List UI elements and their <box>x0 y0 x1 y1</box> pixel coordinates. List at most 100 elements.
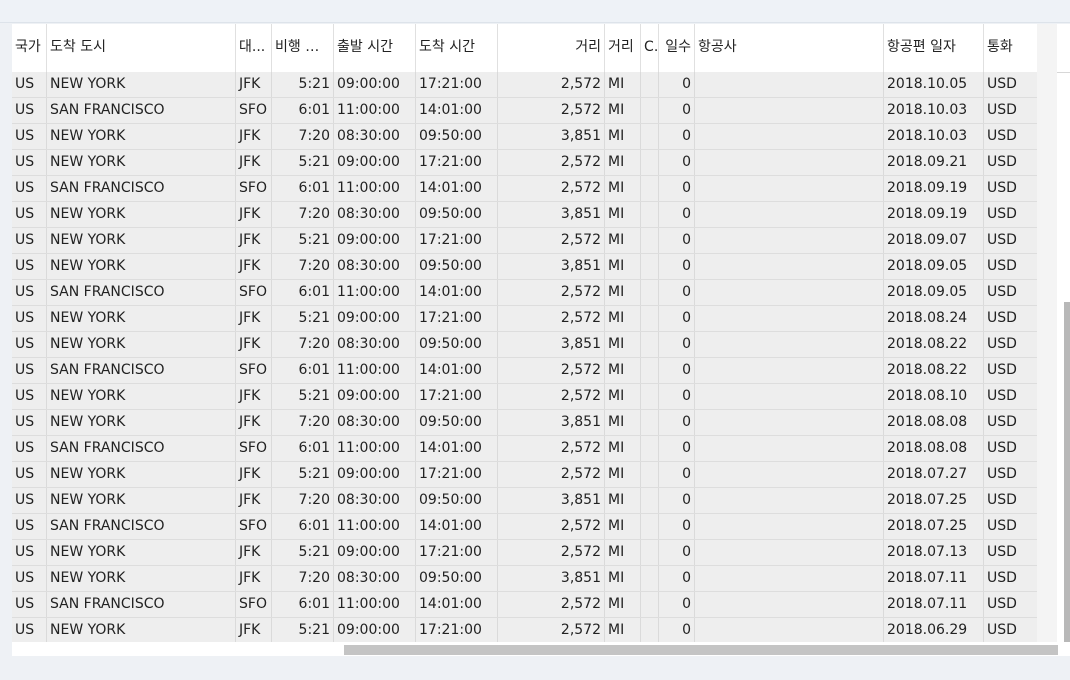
cell-dep-time: 09:00:00 <box>334 462 416 487</box>
cell-ch <box>641 306 659 331</box>
cell-unit: MI <box>605 254 641 279</box>
cell-unit: MI <box>605 566 641 591</box>
cell-unit: MI <box>605 176 641 201</box>
cell-airport: SFO <box>236 514 272 539</box>
cell-airline <box>695 436 884 461</box>
column-header-unit[interactable]: 거리 <box>605 24 641 72</box>
cell-days: 0 <box>659 488 695 513</box>
cell-country: US <box>12 618 47 643</box>
cell-currency: USD <box>984 358 1038 383</box>
flight-table: 국가도착 도시대...비행 시...출발 시간도착 시간거리거리Ch일수항공사항… <box>12 24 1070 656</box>
column-header-arr-time[interactable]: 도착 시간 <box>416 24 498 72</box>
cell-currency: USD <box>984 176 1038 201</box>
table-row[interactable]: US SAN FRANCISCO SFO 6:01 11:00:00 14:01:00 2,… <box>12 436 1038 462</box>
vertical-scrollbar[interactable] <box>1064 302 1070 642</box>
table-row[interactable]: US SAN FRANCISCO SFO 6:01 11:00:00 14:01:00 2,… <box>12 514 1038 540</box>
cell-country: US <box>12 332 47 357</box>
cell-country: US <box>12 566 47 591</box>
cell-country: US <box>12 98 47 123</box>
cell-arr-time: 09:50:00 <box>416 566 498 591</box>
cell-city: NEW YORK <box>47 150 236 175</box>
table-row[interactable]: US NEW YORK JFK 5:21 09:00:00 17:21:00 2,572 MI… <box>12 228 1038 254</box>
column-header-dep-time[interactable]: 출발 시간 <box>334 24 416 72</box>
table-row[interactable]: US NEW YORK JFK 7:20 08:30:00 09:50:00 3,851 MI… <box>12 566 1038 592</box>
cell-arr-time: 17:21:00 <box>416 228 498 253</box>
cell-date: 2018.08.22 <box>884 332 984 357</box>
column-header-city[interactable]: 도착 도시 <box>47 24 236 72</box>
cell-dep-time: 11:00:00 <box>334 358 416 383</box>
cell-unit: MI <box>605 488 641 513</box>
cell-ch <box>641 254 659 279</box>
column-header-airport[interactable]: 대... <box>236 24 272 72</box>
cell-airline <box>695 566 884 591</box>
column-header-airline[interactable]: 항공사 <box>695 24 884 72</box>
cell-country: US <box>12 488 47 513</box>
cell-airline <box>695 150 884 175</box>
table-row[interactable]: US NEW YORK JFK 5:21 09:00:00 17:21:00 2,572 MI… <box>12 540 1038 566</box>
cell-ch <box>641 72 659 97</box>
cell-arr-time: 09:50:00 <box>416 254 498 279</box>
column-header-country[interactable]: 국가 <box>12 24 47 72</box>
column-header-date[interactable]: 항공편 일자 <box>884 24 984 72</box>
table-row[interactable]: US NEW YORK JFK 7:20 08:30:00 09:50:00 3,851 MI… <box>12 124 1038 150</box>
cell-country: US <box>12 124 47 149</box>
cell-arr-time: 09:50:00 <box>416 488 498 513</box>
cell-distance: 2,572 <box>498 358 605 383</box>
cell-unit: MI <box>605 358 641 383</box>
table-row[interactable]: US NEW YORK JFK 7:20 08:30:00 09:50:00 3,851 MI… <box>12 410 1038 436</box>
table-row[interactable]: US NEW YORK JFK 7:20 08:30:00 09:50:00 3,851 MI… <box>12 254 1038 280</box>
cell-airline <box>695 332 884 357</box>
table-row[interactable]: US SAN FRANCISCO SFO 6:01 11:00:00 14:01:00 2,… <box>12 592 1038 618</box>
cell-dep-time: 08:30:00 <box>334 202 416 227</box>
table-row[interactable]: US NEW YORK JFK 7:20 08:30:00 09:50:00 3,851 MI… <box>12 202 1038 228</box>
cell-days: 0 <box>659 358 695 383</box>
column-header-flight-time[interactable]: 비행 시... <box>272 24 334 72</box>
cell-unit: MI <box>605 98 641 123</box>
cell-flight-time: 5:21 <box>272 306 334 331</box>
column-header-currency[interactable]: 통화 <box>984 24 1038 72</box>
cell-airline <box>695 540 884 565</box>
cell-city: NEW YORK <box>47 566 236 591</box>
cell-dep-time: 08:30:00 <box>334 254 416 279</box>
cell-currency: USD <box>984 540 1038 565</box>
cell-date: 2018.09.21 <box>884 150 984 175</box>
cell-flight-time: 5:21 <box>272 72 334 97</box>
cell-airline <box>695 358 884 383</box>
table-row[interactable]: US NEW YORK JFK 5:21 09:00:00 17:21:00 2,572 MI… <box>12 462 1038 488</box>
cell-city: NEW YORK <box>47 384 236 409</box>
table-row[interactable]: US NEW YORK JFK 5:21 09:00:00 17:21:00 2,572 MI… <box>12 72 1038 98</box>
column-header-days[interactable]: 일수 <box>659 24 695 72</box>
table-row[interactable]: US SAN FRANCISCO SFO 6:01 11:00:00 14:01:00 2,… <box>12 280 1038 306</box>
column-header-distance[interactable]: 거리 <box>498 24 605 72</box>
cell-ch <box>641 358 659 383</box>
table-row[interactable]: US SAN FRANCISCO SFO 6:01 11:00:00 14:01:00 2,… <box>12 176 1038 202</box>
table-row[interactable]: US NEW YORK JFK 7:20 08:30:00 09:50:00 3,851 MI… <box>12 488 1038 514</box>
cell-distance: 3,851 <box>498 410 605 435</box>
cell-country: US <box>12 72 47 97</box>
table-row[interactable]: US NEW YORK JFK 5:21 09:00:00 17:21:00 2,572 MI… <box>12 384 1038 410</box>
cell-city: NEW YORK <box>47 202 236 227</box>
cell-unit: MI <box>605 384 641 409</box>
table-row[interactable]: US SAN FRANCISCO SFO 6:01 11:00:00 14:01:00 2,… <box>12 98 1038 124</box>
cell-airport: JFK <box>236 228 272 253</box>
horizontal-scrollbar[interactable] <box>344 645 1058 655</box>
cell-airport: JFK <box>236 150 272 175</box>
table-row[interactable]: US NEW YORK JFK 5:21 09:00:00 17:21:00 2,572 MI… <box>12 306 1038 332</box>
cell-airline <box>695 592 884 617</box>
column-header-ch[interactable]: Ch <box>641 24 659 72</box>
cell-city: NEW YORK <box>47 228 236 253</box>
cell-airport: JFK <box>236 410 272 435</box>
cell-airline <box>695 228 884 253</box>
cell-distance: 2,572 <box>498 618 605 643</box>
cell-days: 0 <box>659 566 695 591</box>
table-row[interactable]: US NEW YORK JFK 5:21 09:00:00 17:21:00 2,572 MI… <box>12 150 1038 176</box>
cell-unit: MI <box>605 306 641 331</box>
table-row[interactable]: US NEW YORK JFK 7:20 08:30:00 09:50:00 3,851 MI… <box>12 332 1038 358</box>
cell-country: US <box>12 384 47 409</box>
table-row[interactable]: US SAN FRANCISCO SFO 6:01 11:00:00 14:01:00 2,… <box>12 358 1038 384</box>
cell-country: US <box>12 176 47 201</box>
table-row[interactable]: US NEW YORK JFK 5:21 09:00:00 17:21:00 2,572 MI… <box>12 618 1038 644</box>
cell-distance: 2,572 <box>498 228 605 253</box>
cell-city: NEW YORK <box>47 124 236 149</box>
cell-ch <box>641 566 659 591</box>
